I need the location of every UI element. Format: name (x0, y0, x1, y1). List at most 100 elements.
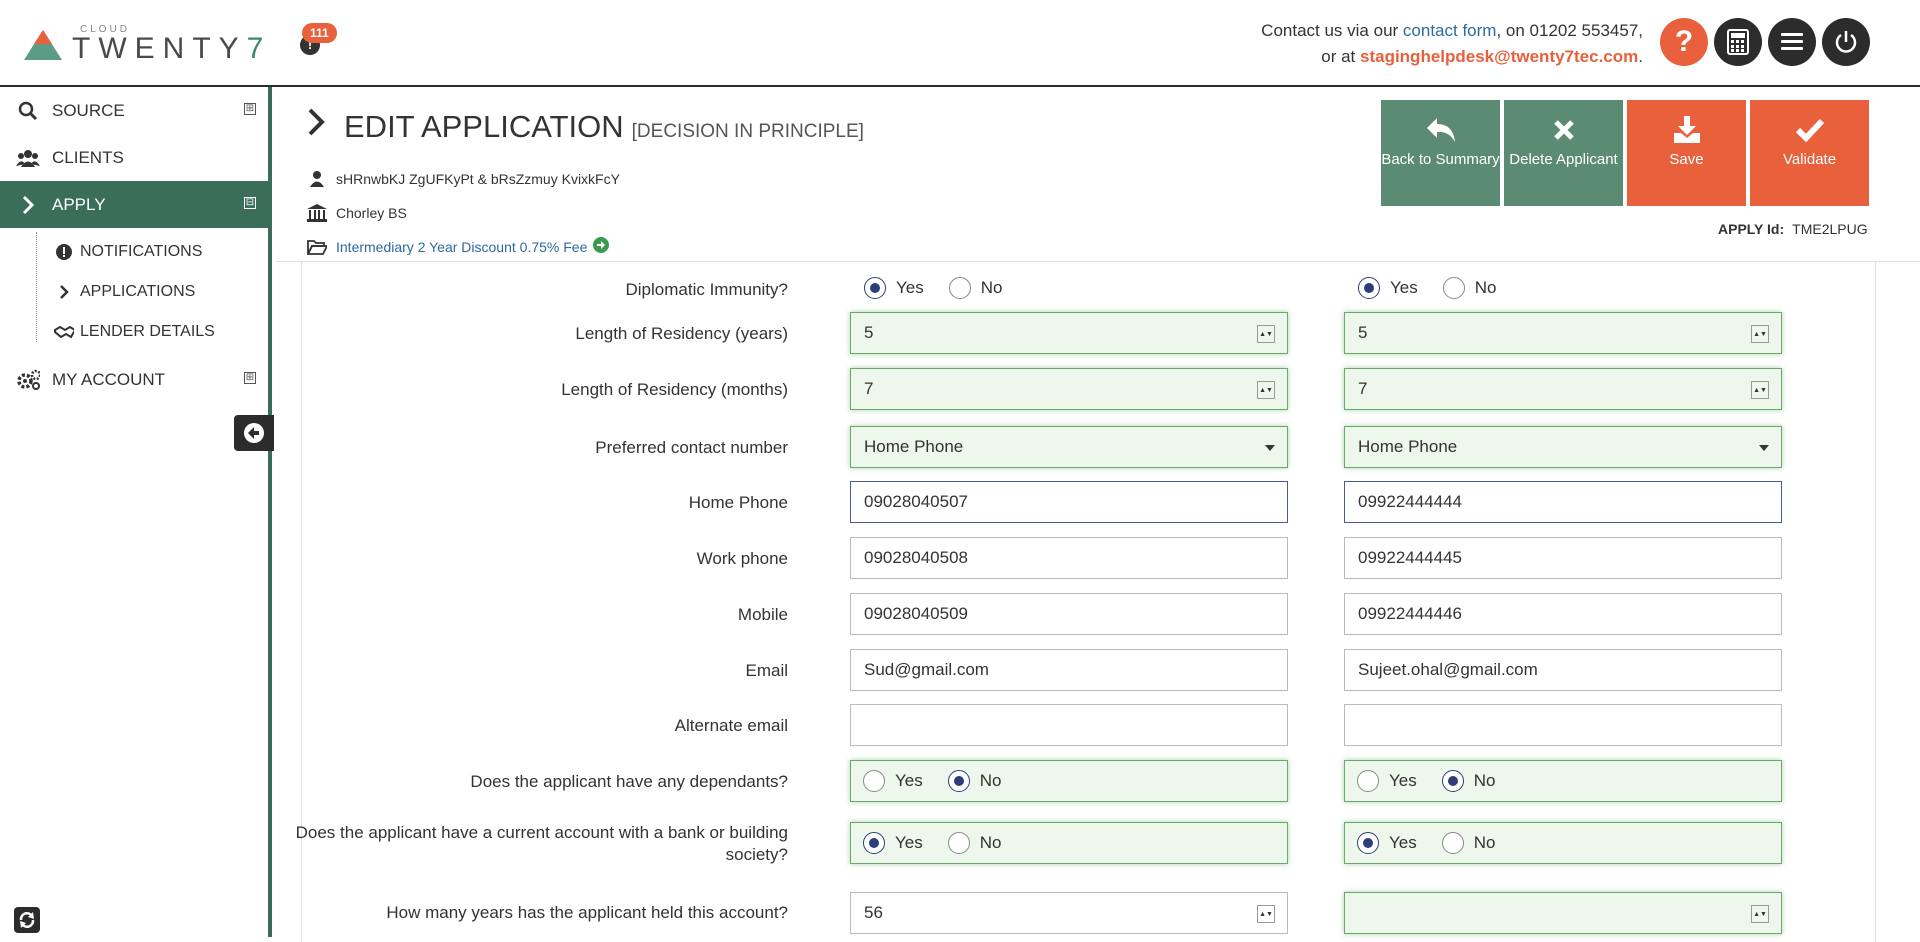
mobile-input-1[interactable]: 09028040509 (850, 593, 1288, 635)
stepper-icon[interactable]: ▲▼ (1751, 905, 1769, 923)
stepper-icon[interactable]: ▲▼ (1257, 325, 1275, 343)
residency-years-input-2[interactable]: 5 ▲▼ (1344, 312, 1782, 354)
sidebar-item-notifications[interactable]: NOTIFICATIONS (28, 232, 268, 272)
dependants-yes-radio-1[interactable]: Yes (863, 770, 923, 792)
email-input-1[interactable]: Sud@gmail.com (850, 649, 1288, 691)
diplomatic-no-radio-1[interactable]: No (948, 277, 1002, 299)
field-value: 09028040509 (864, 604, 969, 623)
sidebar-item-label: CLIENTS (52, 147, 124, 167)
home-phone-input-2[interactable]: 09922444444 (1344, 481, 1782, 523)
help-button[interactable]: ? (1660, 18, 1708, 66)
validate-button[interactable]: Validate (1750, 100, 1869, 206)
radio-dot (1357, 770, 1379, 792)
applicants-info: sHRnwbKJ ZgUFKyPt & bRsZzmuy KvixkFcY (306, 171, 620, 187)
refresh-button[interactable] (14, 907, 40, 933)
home-phone-label: Home Phone (688, 493, 788, 512)
years-held-label: How many years has the applicant held th… (386, 903, 788, 922)
save-button[interactable]: Save (1627, 100, 1746, 206)
contact-email-link[interactable]: staginghelpdesk@twenty7tec.com (1360, 47, 1638, 66)
twenty7-logo[interactable]: CLOUD TWENTY7 (22, 22, 263, 66)
mobile-label: Mobile (737, 605, 788, 624)
radio-dot (1441, 770, 1464, 792)
download-icon (1673, 116, 1700, 143)
stepper-icon[interactable]: ▲▼ (1751, 325, 1769, 343)
current-account-no-radio-1[interactable]: No (947, 832, 1002, 854)
user-icon (306, 171, 328, 187)
arrow-circle-left-icon (244, 423, 264, 443)
radio-dot (1358, 277, 1380, 299)
work-phone-input-2[interactable]: 09922444445 (1344, 537, 1782, 579)
dependants-no-radio-2[interactable]: No (1441, 770, 1496, 792)
collapse-sidebar-button[interactable] (234, 415, 274, 451)
sidebar: SOURCE ⊞ CLIENTS APPLY ⊟ NOTIFICATIONS A… (0, 87, 274, 937)
years-held-input-2[interactable]: ▲▼ (1344, 892, 1782, 934)
preferred-contact-select-1[interactable]: Home Phone (850, 426, 1288, 468)
sidebar-item-my-account[interactable]: MY ACCOUNT ⊞ (0, 356, 268, 403)
contact-form-link[interactable]: contact form (1403, 21, 1497, 40)
home-phone-input-1[interactable]: 09028040507 (850, 481, 1288, 523)
preferred-contact-select-2[interactable]: Home Phone (1344, 426, 1782, 468)
collapse-icon[interactable]: ⊟ (244, 197, 256, 209)
field-value: 5 (1358, 323, 1368, 342)
sidebar-item-lender-details[interactable]: LENDER DETAILS (28, 312, 268, 352)
current-account-yes-radio-1[interactable]: Yes (863, 832, 923, 854)
sidebar-item-label: APPLY (52, 194, 106, 214)
back-to-summary-button[interactable]: Back to Summary (1381, 100, 1500, 206)
logout-button[interactable] (1822, 18, 1870, 66)
work-phone-input-1[interactable]: 09028040508 (850, 537, 1288, 579)
field-value: 7 (1358, 379, 1368, 398)
checkmark-icon (1795, 118, 1824, 143)
exclamation-circle-icon (54, 244, 74, 260)
dependants-yes-radio-2[interactable]: Yes (1357, 770, 1417, 792)
page-title: EDIT APPLICATION (344, 109, 624, 144)
expand-icon[interactable]: ⊞ (244, 372, 256, 384)
email-label: Email (745, 661, 788, 680)
stepper-icon[interactable]: ▲▼ (1257, 905, 1275, 923)
radio-dot (947, 770, 970, 792)
current-account-no-radio-2[interactable]: No (1441, 832, 1495, 854)
field-value: 09922444444 (1358, 492, 1463, 511)
diplomatic-yes-radio-2[interactable]: Yes (1358, 277, 1418, 299)
expand-icon[interactable]: ⊞ (244, 103, 256, 115)
work-phone-label: Work phone (696, 549, 788, 568)
contact-end: . (1638, 47, 1643, 66)
alternate-email-input-2[interactable] (1344, 704, 1782, 746)
product-link[interactable]: Intermediary 2 Year Discount 0.75% Fee (336, 239, 587, 255)
sidebar-item-applications[interactable]: APPLICATIONS (28, 272, 268, 312)
radio-label: No (979, 833, 1002, 852)
menu-button[interactable] (1768, 18, 1816, 66)
dependants-no-radio-1[interactable]: No (947, 770, 1001, 792)
field-value: 09028040507 (864, 492, 969, 511)
lender-info: Chorley BS (306, 204, 407, 222)
current-account-yes-radio-2[interactable]: Yes (1357, 832, 1417, 854)
close-icon (1553, 120, 1574, 140)
radio-label: No (1474, 278, 1497, 297)
residency-months-input-1[interactable]: 7 ▲▼ (850, 368, 1288, 410)
email-input-2[interactable]: Sujeet.ohal@gmail.com (1344, 649, 1782, 691)
stepper-icon[interactable]: ▲▼ (1751, 381, 1769, 399)
sidebar-item-source[interactable]: SOURCE ⊞ (0, 87, 268, 134)
residency-years-label: Length of Residency (years) (575, 324, 788, 343)
arrow-right-circle-icon[interactable] (593, 237, 610, 256)
sidebar-item-apply[interactable]: APPLY ⊟ (0, 181, 268, 228)
diplomatic-yes-radio-1[interactable]: Yes (864, 277, 924, 299)
residency-years-input-1[interactable]: 5 ▲▼ (850, 312, 1288, 354)
radio-label: No (1473, 771, 1496, 790)
residency-months-input-2[interactable]: 7 ▲▼ (1344, 368, 1782, 410)
stepper-icon[interactable]: ▲▼ (1257, 381, 1275, 399)
apply-submenu: NOTIFICATIONS APPLICATIONS LENDER DETAIL… (0, 232, 268, 352)
notifications-button[interactable]: ! 111 (298, 23, 368, 63)
sidebar-item-clients[interactable]: CLIENTS (0, 134, 268, 181)
search-icon (16, 99, 40, 123)
calculator-button[interactable] (1714, 18, 1762, 66)
delete-applicant-button[interactable]: Delete Applicant (1504, 100, 1623, 206)
folder-open-icon (306, 239, 328, 255)
mobile-input-2[interactable]: 09922444446 (1344, 593, 1782, 635)
chevron-down-icon (1265, 445, 1275, 451)
field-value: 5 (864, 323, 874, 342)
years-held-input-1[interactable]: 56 ▲▼ (850, 892, 1288, 934)
sidebar-item-label: MY ACCOUNT (52, 369, 166, 389)
diplomatic-no-radio-2[interactable]: No (1442, 277, 1497, 299)
alternate-email-input-1[interactable] (850, 704, 1288, 746)
notification-count-badge: 111 (302, 23, 337, 43)
